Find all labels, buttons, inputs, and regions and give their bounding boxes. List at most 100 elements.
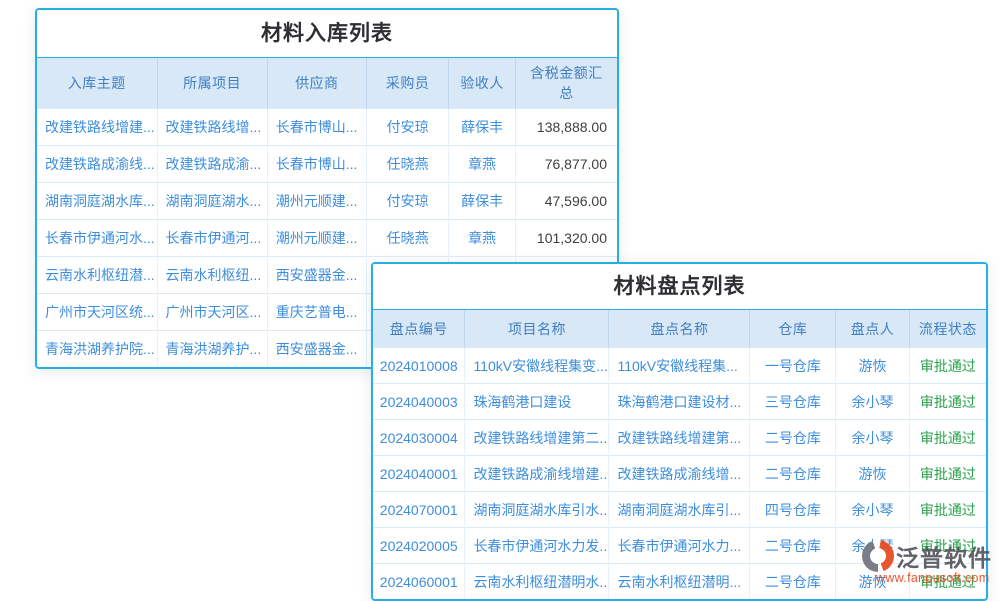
table-row[interactable]: 湖南洞庭湖水库...湖南洞庭湖水...潮州元顺建...付安琼薛保丰47,596.… [37,183,617,220]
cell-stocktaker[interactable]: 游恢 [836,456,910,492]
cell-stocktake-no[interactable]: 2024040003 [373,384,465,420]
table-row[interactable]: 2024040001改建铁路成渝线增建...改建铁路成渝线增...二号仓库游恢审… [373,456,986,492]
cell-inbound-subject[interactable]: 长春市伊通河水... [37,220,157,257]
cell-warehouse[interactable]: 二号仓库 [750,528,836,564]
cell-supplier[interactable]: 重庆艺普电... [267,294,366,331]
cell-project[interactable]: 青海洪湖养护... [157,331,267,368]
column-header-warehouse: 仓库 [750,310,836,348]
cell-inbound-subject[interactable]: 广州市天河区统... [37,294,157,331]
cell-inspector[interactable]: 薛保丰 [449,109,516,146]
column-header-project: 所属项目 [157,58,267,109]
fanpusoft-watermark: 泛普软件 www.fanpusoft.com [862,539,998,585]
cell-workflow-status[interactable]: 审批通过 [909,492,986,528]
cell-inspector[interactable]: 薛保丰 [449,183,516,220]
column-header-project-name: 项目名称 [465,310,609,348]
cell-project-name[interactable]: 长春市伊通河水力发... [465,528,609,564]
cell-tax-amount-total: 76,877.00 [515,146,617,183]
cell-project[interactable]: 改建铁路成渝... [157,146,267,183]
cell-inbound-subject[interactable]: 改建铁路成渝线... [37,146,157,183]
column-header-purchaser: 采购员 [366,58,448,109]
cell-inbound-subject[interactable]: 湖南洞庭湖水库... [37,183,157,220]
cell-tax-amount-total: 47,596.00 [515,183,617,220]
cell-supplier[interactable]: 潮州元顺建... [267,220,366,257]
cell-stocktake-name[interactable]: 珠海鹤港口建设材... [609,384,750,420]
cell-stocktaker[interactable]: 余小琴 [836,420,910,456]
cell-inbound-subject[interactable]: 改建铁路线增建... [37,109,157,146]
cell-project[interactable]: 广州市天河区... [157,294,267,331]
table-row[interactable]: 2024040003珠海鹤港口建设珠海鹤港口建设材...三号仓库余小琴审批通过 [373,384,986,420]
column-header-stocktake-name: 盘点名称 [609,310,750,348]
cell-stocktake-name[interactable]: 改建铁路成渝线增... [609,456,750,492]
cell-project-name[interactable]: 湖南洞庭湖水库引水... [465,492,609,528]
cell-warehouse[interactable]: 四号仓库 [750,492,836,528]
cell-stocktake-name[interactable]: 长春市伊通河水力... [609,528,750,564]
table-row[interactable]: 长春市伊通河水...长春市伊通河...潮州元顺建...任晓燕章燕101,320.… [37,220,617,257]
table-row[interactable]: 2024070001湖南洞庭湖水库引水...湖南洞庭湖水库引...四号仓库余小琴… [373,492,986,528]
column-header-stocktake-no: 盘点编号 [373,310,465,348]
table-row[interactable]: 改建铁路线增建...改建铁路线增...长春市博山...付安琼薛保丰138,888… [37,109,617,146]
cell-project-name[interactable]: 改建铁路成渝线增建... [465,456,609,492]
cell-warehouse[interactable]: 二号仓库 [750,564,836,600]
cell-purchaser[interactable]: 任晓燕 [366,220,448,257]
cell-workflow-status[interactable]: 审批通过 [909,348,986,384]
cell-project-name[interactable]: 改建铁路线增建第二... [465,420,609,456]
table-row[interactable]: 2024010008110kV安徽线程集变...110kV安徽线程集...一号仓… [373,348,986,384]
cell-workflow-status[interactable]: 审批通过 [909,420,986,456]
watermark-url: www.fanpusoft.com [876,571,998,585]
cell-project[interactable]: 云南水利枢纽... [157,257,267,294]
cell-stocktaker[interactable]: 游恢 [836,348,910,384]
cell-project[interactable]: 改建铁路线增... [157,109,267,146]
cell-tax-amount-total: 138,888.00 [515,109,617,146]
cell-inspector[interactable]: 章燕 [449,146,516,183]
window-title: 材料入库列表 [37,10,617,58]
cell-supplier[interactable]: 长春市博山... [267,109,366,146]
table-row[interactable]: 2024030004改建铁路线增建第二...改建铁路线增建第...二号仓库余小琴… [373,420,986,456]
cell-stocktake-name[interactable]: 改建铁路线增建第... [609,420,750,456]
cell-purchaser[interactable]: 任晓燕 [366,146,448,183]
cell-stocktake-no[interactable]: 2024040001 [373,456,465,492]
column-header-supplier: 供应商 [267,58,366,109]
cell-warehouse[interactable]: 一号仓库 [750,348,836,384]
cell-stocktake-name[interactable]: 云南水利枢纽潜明... [609,564,750,600]
header-row: 盘点编号项目名称盘点名称仓库盘点人流程状态 [373,310,986,348]
cell-workflow-status[interactable]: 审批通过 [909,456,986,492]
cell-warehouse[interactable]: 三号仓库 [750,384,836,420]
cell-purchaser[interactable]: 付安琼 [366,109,448,146]
cell-project[interactable]: 湖南洞庭湖水... [157,183,267,220]
cell-stocktake-no[interactable]: 2024020005 [373,528,465,564]
watermark-brand: 泛普软件 [896,539,992,573]
cell-stocktake-no[interactable]: 2024060001 [373,564,465,600]
cell-inbound-subject[interactable]: 青海洪湖养护院... [37,331,157,368]
cell-workflow-status[interactable]: 审批通过 [909,384,986,420]
cell-project-name[interactable]: 珠海鹤港口建设 [465,384,609,420]
cell-supplier[interactable]: 潮州元顺建... [267,183,366,220]
cell-stocktaker[interactable]: 余小琴 [836,492,910,528]
cell-supplier[interactable]: 长春市博山... [267,146,366,183]
header-row: 入库主题所属项目供应商采购员验收人含税金额汇总 [37,58,617,109]
cell-stocktake-no[interactable]: 2024070001 [373,492,465,528]
table-row[interactable]: 改建铁路成渝线...改建铁路成渝...长春市博山...任晓燕章燕76,877.0… [37,146,617,183]
column-header-inbound-subject: 入库主题 [37,58,157,109]
window-title: 材料盘点列表 [373,264,986,310]
fanpusoft-logo-icon [862,540,894,572]
cell-warehouse[interactable]: 二号仓库 [750,456,836,492]
cell-stocktake-name[interactable]: 110kV安徽线程集... [609,348,750,384]
cell-supplier[interactable]: 西安盛器金... [267,331,366,368]
cell-stocktake-no[interactable]: 2024030004 [373,420,465,456]
cell-supplier[interactable]: 西安盛器金... [267,257,366,294]
cell-warehouse[interactable]: 二号仓库 [750,420,836,456]
column-header-tax-amount-total: 含税金额汇总 [515,58,617,109]
cell-inbound-subject[interactable]: 云南水利枢纽潜... [37,257,157,294]
cell-project-name[interactable]: 云南水利枢纽潜明水... [465,564,609,600]
cell-stocktake-no[interactable]: 2024010008 [373,348,465,384]
column-header-workflow-status: 流程状态 [909,310,986,348]
cell-project-name[interactable]: 110kV安徽线程集变... [465,348,609,384]
cell-stocktaker[interactable]: 余小琴 [836,384,910,420]
cell-purchaser[interactable]: 付安琼 [366,183,448,220]
cell-tax-amount-total: 101,320.00 [515,220,617,257]
cell-project[interactable]: 长春市伊通河... [157,220,267,257]
cell-inspector[interactable]: 章燕 [449,220,516,257]
column-header-stocktaker: 盘点人 [836,310,910,348]
cell-stocktake-name[interactable]: 湖南洞庭湖水库引... [609,492,750,528]
column-header-inspector: 验收人 [449,58,516,109]
